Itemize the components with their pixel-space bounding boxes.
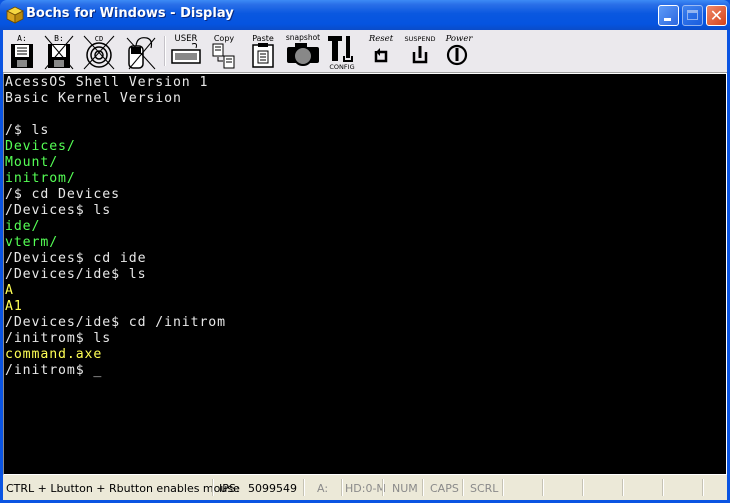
terminal-line: initrom/: [5, 171, 76, 186]
status-divider: [462, 479, 464, 496]
paste-button[interactable]: Paste: [249, 32, 277, 70]
close-icon: ✕: [709, 6, 724, 25]
reset-icon: Reset: [368, 34, 394, 63]
camera-icon: snapshot: [286, 33, 320, 66]
floppy-b-icon: B:: [44, 34, 74, 70]
terminal-line: /Devices/ide$ ls: [5, 267, 147, 282]
maximize-button[interactable]: [682, 5, 703, 26]
toolbar-label-a: A:: [17, 34, 27, 43]
title-bar[interactable]: Bochs for Windows - Display ✕: [0, 0, 730, 30]
toolbar-label-user: USER: [175, 34, 198, 44]
keyboard-icon: USER: [171, 34, 201, 64]
toolbar-label-suspend: SUSPEND: [405, 35, 436, 43]
status-divider: [303, 479, 305, 496]
terminal-line: A: [5, 283, 14, 298]
toolbar-label-b: B:: [54, 34, 64, 43]
caps-lock-indicator: CAPS: [430, 482, 459, 495]
floppy-a-button[interactable]: A:: [7, 32, 37, 70]
status-hint: CTRL + Lbutton + Rbutton enables mouse: [6, 482, 240, 495]
terminal-line: /Devices/ide$ cd /initrom: [5, 315, 226, 330]
power-icon: Power: [445, 34, 474, 66]
minimize-button[interactable]: [658, 5, 679, 26]
status-divider: [702, 479, 704, 496]
num-lock-indicator: NUM: [392, 482, 418, 495]
status-divider: [662, 479, 664, 496]
toolbar-label-cd: CD: [95, 35, 103, 43]
status-divider: [382, 479, 384, 496]
window-title: Bochs for Windows - Display: [26, 6, 234, 21]
scroll-lock-indicator: SCRL: [470, 482, 499, 495]
status-divider: [422, 479, 424, 496]
mouse-icon: [126, 37, 156, 70]
terminal-line: Basic Kernel Version: [5, 91, 182, 106]
bochs-window: Bochs for Windows - Display ✕ A: B: CD U…: [0, 0, 730, 503]
terminal-line: Mount/: [5, 155, 59, 170]
toolbar-label-copy: Copy: [214, 34, 235, 43]
floppy-a-icon: A:: [11, 34, 33, 68]
terminal-line: /$ ls: [5, 123, 50, 138]
terminal-line: vterm/: [5, 235, 59, 250]
config-icon: CONFIG: [328, 36, 355, 70]
toolbar-label-reset: Reset: [368, 34, 394, 44]
ips-value: 5099549: [248, 482, 297, 495]
ips-label: IPS:: [219, 482, 240, 495]
status-divider: [542, 479, 544, 496]
toolbar-separator: [164, 36, 166, 66]
paste-icon: Paste: [252, 34, 274, 68]
minimize-icon: [664, 18, 671, 21]
terminal-line: /$ cd Devices: [5, 187, 120, 202]
close-button[interactable]: ✕: [706, 5, 727, 26]
toolbar-label-paste: Paste: [252, 34, 274, 43]
cdrom-icon: CD: [83, 35, 115, 70]
terminal-line: /Devices$ cd ide: [5, 251, 147, 266]
mouse-button[interactable]: [123, 32, 157, 70]
maximize-icon: [687, 10, 698, 20]
client-area: A: B: CD USER Copy Paste snapshot CONFIG…: [3, 30, 727, 500]
terminal-line: /initrom$ _: [5, 363, 103, 378]
terminal-output: AcessOS Shell Version 1 Basic Kernel Vers…: [5, 75, 226, 379]
snapshot-button[interactable]: snapshot: [285, 32, 321, 70]
status-divider: [622, 479, 624, 496]
emulator-display[interactable]: AcessOS Shell Version 1 Basic Kernel Vers…: [3, 73, 727, 475]
status-bar: CTRL + Lbutton + Rbutton enables mouse I…: [3, 476, 727, 500]
terminal-line: A1: [5, 299, 23, 314]
toolbar-label-power: Power: [445, 34, 474, 44]
terminal-line: /initrom$ ls: [5, 331, 112, 346]
floppy-b-button[interactable]: B:: [44, 32, 74, 70]
status-divider: [502, 479, 504, 496]
toolbar-label-snapshot: snapshot: [286, 33, 320, 42]
power-button[interactable]: Power: [442, 32, 476, 70]
reset-button[interactable]: Reset: [365, 32, 397, 70]
terminal-line: command.axe: [5, 347, 103, 362]
copy-icon: Copy: [212, 34, 235, 69]
bochs-app-icon: [6, 6, 24, 24]
status-divider: [582, 479, 584, 496]
terminal-line: /Devices$ ls: [5, 203, 112, 218]
cdrom-button[interactable]: CD: [83, 32, 115, 70]
user-button[interactable]: USER: [170, 32, 202, 70]
floppy-indicator: A:: [317, 482, 329, 495]
status-divider: [341, 479, 343, 496]
status-divider: [212, 479, 214, 496]
terminal-line: AcessOS Shell Version 1: [5, 75, 209, 90]
copy-button[interactable]: Copy: [210, 32, 238, 70]
suspend-button[interactable]: SUSPEND: [403, 32, 437, 70]
terminal-line: Devices/: [5, 139, 76, 154]
hd-indicator: HD:0-M: [345, 482, 386, 495]
config-button[interactable]: CONFIG: [326, 32, 358, 70]
suspend-icon: SUSPEND: [405, 35, 436, 64]
toolbar-label-config: CONFIG: [329, 63, 354, 70]
terminal-line: ide/: [5, 219, 41, 234]
toolbar: A: B: CD USER Copy Paste snapshot CONFIG…: [3, 30, 727, 73]
